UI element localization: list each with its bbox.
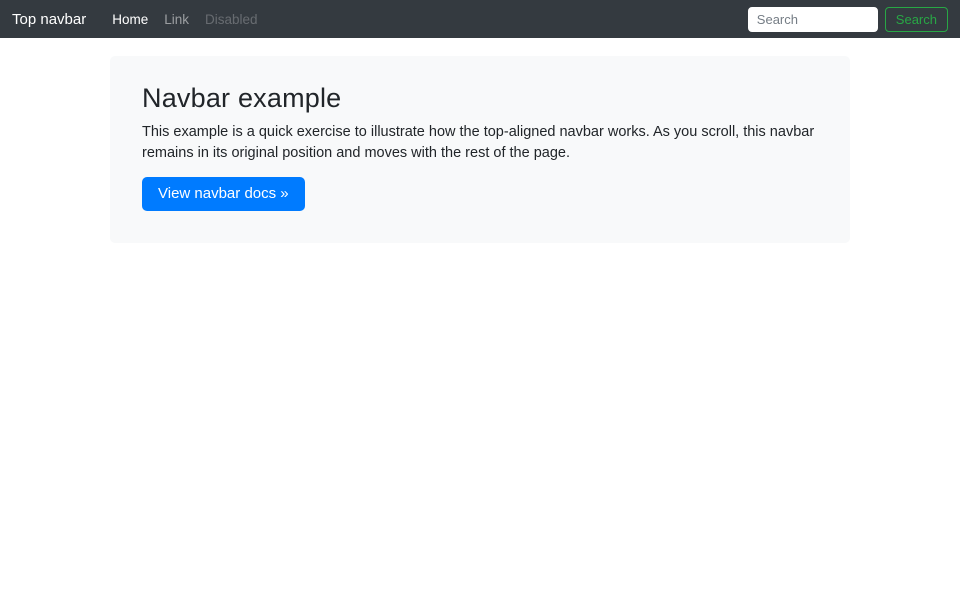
navbar-nav: Home Link Disabled <box>104 8 265 31</box>
search-form: Search <box>747 6 948 32</box>
jumbotron: Navbar example This example is a quick e… <box>110 56 850 244</box>
search-button[interactable]: Search <box>884 6 948 32</box>
page-description: This example is a quick exercise to illu… <box>142 124 815 161</box>
top-navbar: Top navbar Home Link Disabled Search <box>0 0 960 38</box>
view-navbar-docs-button[interactable]: View navbar docs » <box>142 177 305 212</box>
nav-link-link[interactable]: Link <box>156 8 197 31</box>
navbar-brand[interactable]: Top navbar <box>12 11 86 28</box>
nav-item: Link <box>156 8 197 31</box>
nav-link-disabled: Disabled <box>205 11 258 27</box>
page-title: Navbar example <box>142 83 342 113</box>
nav-item: Home <box>104 8 156 31</box>
nav-item: Disabled <box>197 8 266 31</box>
main-content: Navbar example This example is a quick e… <box>110 56 850 244</box>
nav-link-home[interactable]: Home <box>104 8 156 31</box>
search-input[interactable] <box>747 6 878 32</box>
